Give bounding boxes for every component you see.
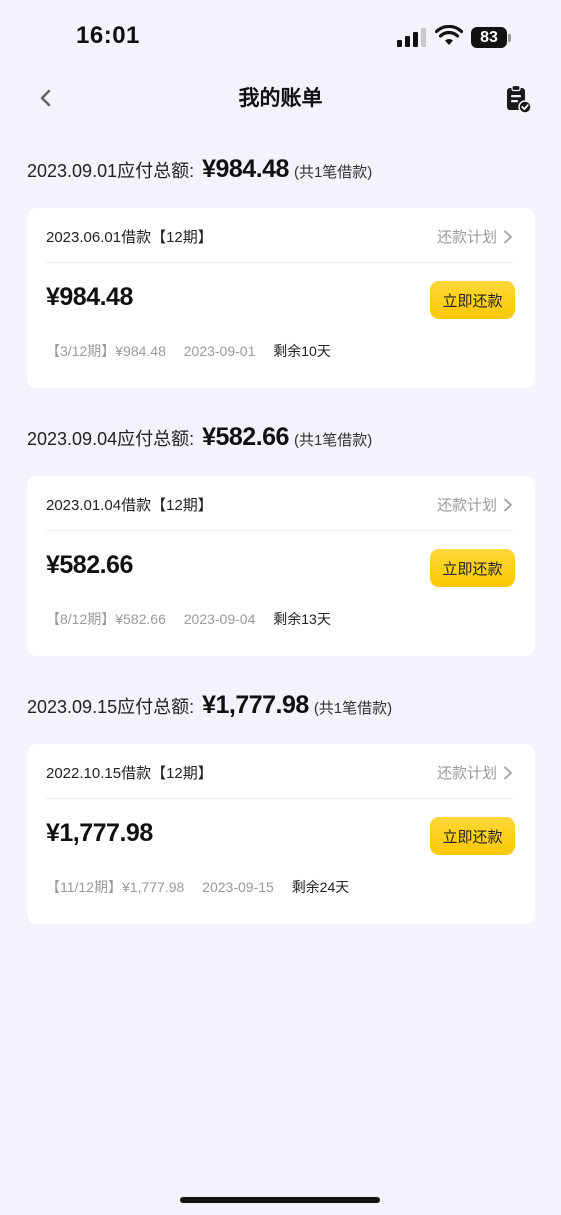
battery-cap bbox=[508, 34, 511, 42]
status-time: 16:01 bbox=[76, 22, 140, 49]
clipboard-check-icon[interactable] bbox=[504, 84, 532, 114]
days-remaining: 剩余10天 bbox=[273, 343, 331, 359]
bill-total-amount: ¥984.48 bbox=[202, 155, 289, 183]
bill-card: 2023.06.01借款【12期】 还款计划 ¥984.48 立即还款 【3/1… bbox=[27, 208, 535, 388]
installment-amount: ¥984.48 bbox=[46, 283, 133, 311]
installment-detail: 【8/12期】¥582.66 2023-09-04 剩余13天 bbox=[46, 609, 331, 629]
loan-label: 2023.01.04借款【12期】 bbox=[46, 497, 213, 514]
divider bbox=[46, 262, 513, 263]
battery-level: 83 bbox=[480, 28, 498, 46]
installment-period: 【11/12期】¥1,777.98 bbox=[46, 879, 185, 895]
loan-label: 2022.10.15借款【12期】 bbox=[46, 765, 213, 782]
bill-loan-count: (共1笔借款) bbox=[293, 164, 373, 181]
pay-now-button[interactable]: 立即还款 bbox=[430, 281, 515, 319]
installment-detail: 【3/12期】¥984.48 2023-09-01 剩余10天 bbox=[46, 341, 331, 361]
bill-loan-count: (共1笔借款) bbox=[313, 700, 393, 717]
bill-card: 2022.10.15借款【12期】 还款计划 ¥1,777.98 立即还款 【1… bbox=[27, 744, 535, 924]
bill-total-amount: ¥1,777.98 bbox=[202, 691, 309, 719]
installment-amount: ¥1,777.98 bbox=[46, 819, 153, 847]
loan-label: 2023.06.01借款【12期】 bbox=[46, 229, 213, 246]
repayment-plan-link[interactable]: 还款计划 bbox=[437, 494, 513, 515]
chevron-right-icon bbox=[504, 498, 512, 511]
days-remaining: 剩余13天 bbox=[273, 611, 331, 627]
bill-card: 2023.01.04借款【12期】 还款计划 ¥582.66 立即还款 【8/1… bbox=[27, 476, 535, 656]
installment-amount: ¥582.66 bbox=[46, 551, 133, 579]
repayment-plan-link[interactable]: 还款计划 bbox=[437, 226, 513, 247]
battery-indicator: 83 bbox=[471, 27, 507, 48]
days-remaining: 剩余24天 bbox=[291, 879, 350, 895]
due-date: 2023-09-15 bbox=[202, 879, 274, 895]
repayment-plan-link[interactable]: 还款计划 bbox=[437, 762, 513, 783]
page-title: 我的账单 bbox=[238, 87, 323, 110]
bill-total-amount: ¥582.66 bbox=[202, 423, 289, 451]
cellular-signal-icon bbox=[397, 28, 426, 47]
repayment-plan-label: 还款计划 bbox=[436, 497, 497, 514]
repayment-plan-label: 还款计划 bbox=[436, 765, 497, 782]
chevron-right-icon bbox=[504, 230, 512, 243]
bill-group-header: 2023.09.01应付总额: ¥984.48 (共1笔借款) bbox=[27, 155, 372, 191]
bill-loan-count: (共1笔借款) bbox=[293, 432, 373, 449]
repayment-plan-label: 还款计划 bbox=[436, 229, 497, 246]
divider bbox=[46, 798, 513, 799]
chevron-right-icon bbox=[504, 766, 512, 779]
installment-detail: 【11/12期】¥1,777.98 2023-09-15 剩余24天 bbox=[46, 877, 349, 897]
bill-due-label: 2023.09.01应付总额: bbox=[27, 161, 195, 181]
divider bbox=[46, 530, 513, 531]
due-date: 2023-09-04 bbox=[183, 611, 256, 627]
installment-period: 【3/12期】¥984.48 bbox=[46, 343, 166, 359]
bill-due-label: 2023.09.04应付总额: bbox=[27, 429, 195, 449]
status-bar: 16:01 83 bbox=[0, 0, 561, 76]
due-date: 2023-09-01 bbox=[183, 343, 256, 359]
home-indicator[interactable] bbox=[180, 1197, 380, 1203]
bill-group-header: 2023.09.04应付总额: ¥582.66 (共1笔借款) bbox=[27, 423, 372, 459]
bill-due-label: 2023.09.15应付总额: bbox=[27, 697, 195, 717]
pay-now-button[interactable]: 立即还款 bbox=[430, 549, 515, 587]
wifi-icon bbox=[435, 25, 463, 45]
pay-now-button[interactable]: 立即还款 bbox=[430, 817, 515, 855]
bill-group-header: 2023.09.15应付总额: ¥1,777.98 (共1笔借款) bbox=[27, 691, 392, 727]
installment-period: 【8/12期】¥582.66 bbox=[46, 611, 166, 627]
